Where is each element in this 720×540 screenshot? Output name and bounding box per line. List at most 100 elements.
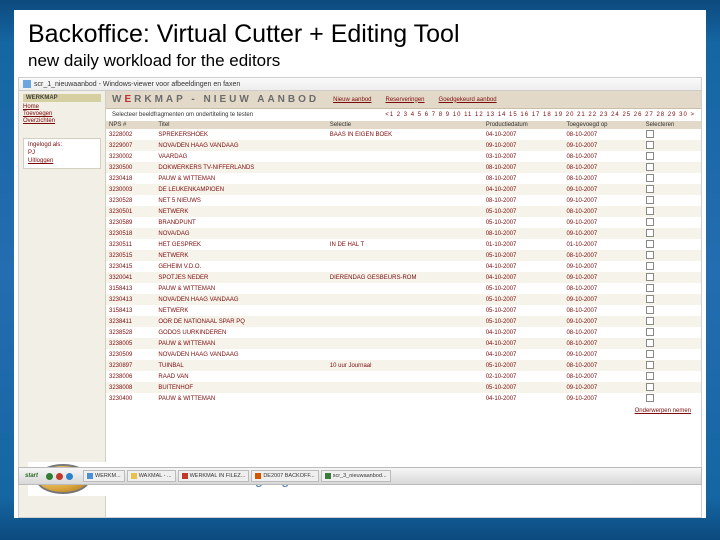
row-checkbox[interactable] <box>646 218 654 226</box>
row-checkbox[interactable] <box>646 339 654 347</box>
table-row[interactable]: 3158413NETWERK05-10-200708-10-2007 <box>106 305 701 316</box>
table-row[interactable]: 3230002VAARDAG03-10-200708-10-2007 <box>106 151 701 162</box>
cell-sel <box>327 327 483 338</box>
ql-icon[interactable] <box>56 473 63 480</box>
cell-sel <box>327 206 483 217</box>
cell-nps: 3230511 <box>106 239 155 250</box>
ql-icon[interactable] <box>66 473 73 480</box>
row-checkbox[interactable] <box>646 361 654 369</box>
cell-title: NOVA/DAG <box>155 228 326 239</box>
table-row[interactable]: 3230500DOKWERKERS TV-NIFFERLANDS08-10-20… <box>106 162 701 173</box>
row-checkbox[interactable] <box>646 174 654 182</box>
col-add[interactable]: Toegevoegd op <box>563 121 642 129</box>
cell-sel <box>327 140 483 151</box>
sidebar-link-overview[interactable]: Overzichten <box>23 118 101 124</box>
table-row[interactable]: 3238005PAUW & WITTEMAN04-10-200708-10-20… <box>106 338 701 349</box>
cell-nps: 3320041 <box>106 272 155 283</box>
cell-d2: 09-10-2007 <box>563 217 642 228</box>
table-row[interactable]: 3230528NET 5 NIEUWS08-10-200709-10-2007 <box>106 195 701 206</box>
cell-title: NETWERK <box>155 206 326 217</box>
table-paging[interactable]: <1 2 3 4 5 6 7 8 9 10 11 12 13 14 15 16 … <box>385 112 695 118</box>
col-sel[interactable]: Selectie <box>327 121 483 129</box>
col-nps[interactable]: NPS # <box>106 121 155 129</box>
row-checkbox[interactable] <box>646 152 654 160</box>
row-checkbox[interactable] <box>646 328 654 336</box>
table-row[interactable]: 3230501NETWERK05-10-200708-10-2007 <box>106 206 701 217</box>
table-row[interactable]: 3229007NOVA/DEN HAAG VANDAAG09-10-200709… <box>106 140 701 151</box>
row-checkbox[interactable] <box>646 295 654 303</box>
tab-goedgekeurd[interactable]: Goedgekeurd aanbod <box>439 97 497 103</box>
row-checkbox[interactable] <box>646 284 654 292</box>
table-row[interactable]: 3230415GEHEIM V.D.O.04-10-200709-10-2007 <box>106 261 701 272</box>
task-label: DE2007 BACKOFF... <box>263 473 314 479</box>
cell-title: NOVA/DEN HAAG VANDAAG <box>155 140 326 151</box>
sidebar-head: WERKMAP <box>23 94 101 102</box>
cell-sel <box>327 316 483 327</box>
row-checkbox[interactable] <box>646 306 654 314</box>
row-checkbox[interactable] <box>646 350 654 358</box>
cell-d2: 09-10-2007 <box>563 261 642 272</box>
cell-d1: 04-10-2007 <box>483 184 564 195</box>
cell-title: BUITENHOF <box>155 382 326 393</box>
taskbar-button[interactable]: WAXMAL - ... <box>127 470 176 482</box>
task-label: scr_3_nieuwaanbod... <box>333 473 387 479</box>
taskbar[interactable]: start WERKM...WAXMAL - ...WERKMAL IN FIL… <box>18 467 702 485</box>
cell-d2: 09-10-2007 <box>563 140 642 151</box>
start-button[interactable]: start <box>21 471 42 481</box>
table-row[interactable]: 3230589BRANDPUNT05-10-200709-10-2007 <box>106 217 701 228</box>
table-row[interactable]: 3228002SPREKERSHOEKBAAS IN EIGEN BOEK04-… <box>106 129 701 140</box>
table-row[interactable]: 3230897TUINBAL10 uur Journaal05-10-20070… <box>106 360 701 371</box>
table-row[interactable]: 3230511HET GESPREKIN DE HAL T01-10-20070… <box>106 239 701 250</box>
row-checkbox[interactable] <box>646 317 654 325</box>
col-pick[interactable]: Selecteren <box>643 121 701 129</box>
taskbar-button[interactable]: WERKMAL IN FILEZ... <box>178 470 250 482</box>
cell-d2: 08-10-2007 <box>563 151 642 162</box>
tab-nieuw[interactable]: Nieuw aanbod <box>333 97 371 103</box>
table-row[interactable]: 3238411OOR DE NATIONAAL SPAR PQ05-10-200… <box>106 316 701 327</box>
slide-subtitle: new daily workload for the editors <box>14 49 706 77</box>
table-row[interactable]: 3238006RAAD VAN02-10-200708-10-2007 <box>106 371 701 382</box>
ql-icon[interactable] <box>46 473 53 480</box>
table-row[interactable]: 3238008BUITENHOF05-10-200709-10-2007 <box>106 382 701 393</box>
taskbar-button[interactable]: scr_3_nieuwaanbod... <box>321 470 391 482</box>
row-checkbox[interactable] <box>646 394 654 402</box>
table-row[interactable]: 3230413NOVA/DEN HAAG VANDAAG05-10-200709… <box>106 294 701 305</box>
cell-d2: 08-10-2007 <box>563 173 642 184</box>
table-row[interactable]: 3230518NOVA/DAG08-10-200709-10-2007 <box>106 228 701 239</box>
taskbar-button[interactable]: WERKM... <box>83 470 125 482</box>
logout-link[interactable]: Uitloggen <box>28 158 96 164</box>
table-row[interactable]: 3320041SPOTJES NEDERDIERENDAG GESBEURS-R… <box>106 272 701 283</box>
table-row[interactable]: 3230418PAUW & WITTEMAN08-10-200708-10-20… <box>106 173 701 184</box>
tab-reserveringen[interactable]: Reserveringen <box>386 97 425 103</box>
cell-title: PAUW & WITTEMAN <box>155 338 326 349</box>
table-row[interactable]: 3230515NETWERK05-10-200708-10-2007 <box>106 250 701 261</box>
cell-sel <box>327 173 483 184</box>
col-prod[interactable]: Productiedatum <box>483 121 564 129</box>
take-items-link[interactable]: Onderwerpen nemen <box>625 404 701 418</box>
row-checkbox[interactable] <box>646 273 654 281</box>
row-checkbox[interactable] <box>646 196 654 204</box>
row-checkbox[interactable] <box>646 383 654 391</box>
sidebar-link-add[interactable]: Toevoegen <box>23 111 101 117</box>
row-checkbox[interactable] <box>646 262 654 270</box>
row-checkbox[interactable] <box>646 163 654 171</box>
row-checkbox[interactable] <box>646 229 654 237</box>
cell-d2: 09-10-2007 <box>563 184 642 195</box>
row-checkbox[interactable] <box>646 130 654 138</box>
table-row[interactable]: 3158413PAUW & WITTEMAN05-10-200708-10-20… <box>106 283 701 294</box>
row-checkbox[interactable] <box>646 240 654 248</box>
table-row[interactable]: 3238528GODOS UURKINDEREN04-10-200708-10-… <box>106 327 701 338</box>
row-checkbox[interactable] <box>646 372 654 380</box>
row-checkbox[interactable] <box>646 251 654 259</box>
row-checkbox[interactable] <box>646 185 654 193</box>
taskbar-button[interactable]: DE2007 BACKOFF... <box>251 470 318 482</box>
table-row[interactable]: 3230509NOVA/DEN HAAG VANDAAG04-10-200709… <box>106 349 701 360</box>
row-checkbox[interactable] <box>646 207 654 215</box>
cell-d2: 09-10-2007 <box>563 272 642 283</box>
col-title[interactable]: Titel <box>155 121 326 129</box>
table-row[interactable]: 3230400PAUW & WITTEMAN04-10-200709-10-20… <box>106 393 701 404</box>
row-checkbox[interactable] <box>646 141 654 149</box>
sidebar-link-home[interactable]: Home <box>23 104 101 110</box>
table-row[interactable]: 3230003DE LEUKENKAMPIOEN04-10-200709-10-… <box>106 184 701 195</box>
cell-nps: 3230528 <box>106 195 155 206</box>
